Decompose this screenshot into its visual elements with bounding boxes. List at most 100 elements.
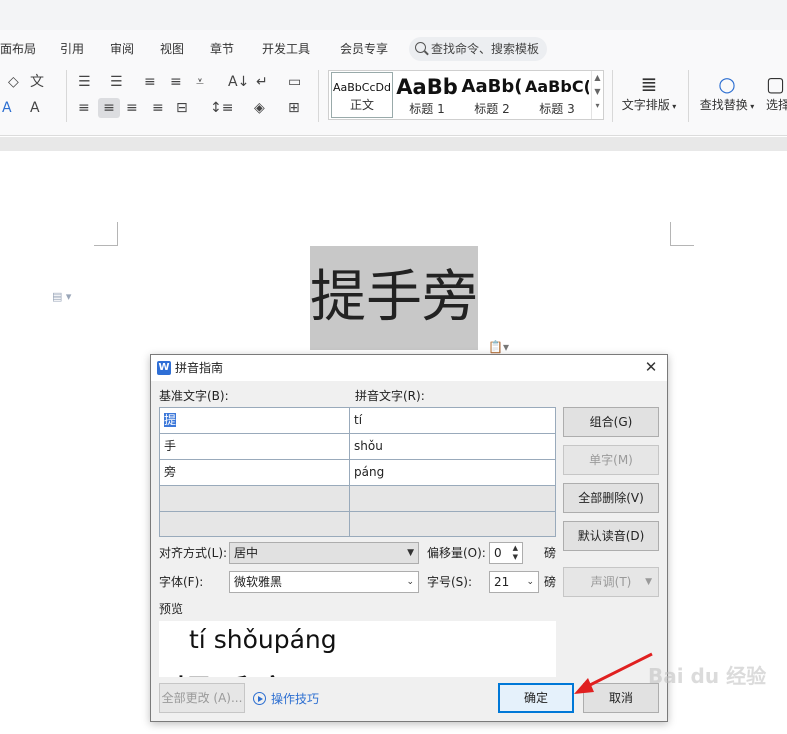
offset-unit: 磅 xyxy=(544,546,557,560)
separator xyxy=(318,70,319,122)
tab-stop-icon[interactable]: ▭ xyxy=(288,74,301,90)
style-preview: AaBb xyxy=(396,75,458,99)
tone-button-label: 声调(T) xyxy=(590,575,632,589)
phonetic-guide-dialog: W 拼音指南 ✕ 基准文字(B): 拼音文字(R): 提 tí 手 shǒu 旁… xyxy=(150,354,668,722)
increase-indent-icon[interactable]: ≡ xyxy=(170,74,182,90)
gallery-expand-icon[interactable]: ▾ xyxy=(595,101,599,110)
ruby-cell[interactable]: tí xyxy=(350,408,555,433)
preview-label: 预览 xyxy=(159,602,184,616)
size-value: 21 xyxy=(494,575,510,589)
find-replace-button[interactable]: ○ 查找替换 ▾ xyxy=(696,72,758,113)
styles-gallery: AaBbCcDd 正文 AaBb 标题 1 AaBb( 标题 2 AaBbC( … xyxy=(328,70,604,120)
select-button[interactable]: ▢ 选择 xyxy=(766,72,787,113)
watermark: Bai du 经验 xyxy=(648,664,767,688)
numbered-list-icon[interactable]: ☰ xyxy=(110,74,123,90)
ruby-cell[interactable]: shǒu xyxy=(350,434,555,459)
offset-label: 偏移量(O): xyxy=(427,546,486,560)
scroll-up-icon[interactable]: ▲ xyxy=(594,73,600,82)
style-heading-3[interactable]: AaBbC( 标题 3 xyxy=(525,71,589,119)
group-button[interactable]: 组合(G) xyxy=(563,407,659,437)
style-name: 正文 xyxy=(349,98,374,112)
size-unit: 磅 xyxy=(544,575,557,589)
search-icon xyxy=(415,42,426,53)
ruby-cell[interactable]: páng xyxy=(350,460,555,485)
document-layout-icon[interactable]: ▤ ▾ xyxy=(52,290,74,304)
char-border-icon[interactable]: A xyxy=(30,100,40,116)
tab-review[interactable]: 审阅 xyxy=(110,38,134,60)
mono-button[interactable]: 单字(M) xyxy=(563,445,659,475)
text-layout-icon: ≣ xyxy=(640,72,658,96)
sort-icon[interactable]: A↓ xyxy=(228,74,249,90)
table-row: 提 tí xyxy=(160,408,555,434)
align-center-icon[interactable]: ≡ xyxy=(98,98,120,118)
title-bar xyxy=(0,0,787,30)
paste-options-icon[interactable]: 📋▾ xyxy=(488,340,509,354)
borders-icon[interactable]: ⊞ xyxy=(288,100,300,116)
default-reading-button[interactable]: 默认读音(D) xyxy=(563,521,659,551)
text-layout-button[interactable]: ≣ 文字排版 ▾ xyxy=(618,72,680,113)
apply-all-button[interactable]: 全部更改 (A)... xyxy=(159,683,245,713)
style-normal[interactable]: AaBbCcDd 正文 xyxy=(331,72,393,118)
ribbon: 面布局 引用 审阅 视图 章节 开发工具 会员专享 查找命令、搜索模板 ◇ 文 … xyxy=(0,30,787,136)
tab-view[interactable]: 视图 xyxy=(160,38,184,60)
style-name: 标题 2 xyxy=(474,102,510,116)
style-heading-1[interactable]: AaBb 标题 1 xyxy=(395,71,459,119)
phonetic-guide-icon[interactable]: 文 xyxy=(30,74,44,90)
scroll-down-icon[interactable]: ▼ xyxy=(594,87,600,96)
font-select[interactable]: 微软雅黑 ⌄ xyxy=(229,571,419,593)
page-corner-mark xyxy=(94,222,118,246)
ok-button[interactable]: 确定 xyxy=(498,683,574,713)
dialog-title-bar: W 拼音指南 ✕ xyxy=(151,355,667,381)
ruler-strip xyxy=(0,137,787,151)
line-spacing-icon[interactable]: ↕≡ xyxy=(210,100,233,116)
base-cell[interactable]: 提 xyxy=(160,408,350,433)
alignment-value: 居中 xyxy=(234,546,259,560)
table-row xyxy=(160,512,555,536)
style-preview: AaBb( xyxy=(461,76,523,97)
close-icon[interactable]: ✕ xyxy=(643,359,659,375)
gallery-scroll[interactable]: ▲ ▼ ▾ xyxy=(591,71,603,119)
tab-page-layout[interactable]: 面布局 xyxy=(0,38,36,60)
justify-icon[interactable]: ≡ xyxy=(152,100,164,116)
tips-link[interactable]: 操作技巧 xyxy=(253,691,319,707)
bullet-list-icon[interactable]: ☰ xyxy=(78,74,91,90)
base-cell[interactable]: 旁 xyxy=(160,460,350,485)
style-heading-2[interactable]: AaBb( 标题 2 xyxy=(461,71,523,119)
align-left-icon[interactable]: ≡ xyxy=(78,100,90,116)
alignment-select[interactable]: 居中 ▼ xyxy=(229,542,419,564)
base-cell xyxy=(160,486,350,511)
tips-label: 操作技巧 xyxy=(271,692,320,706)
play-icon xyxy=(253,692,266,705)
style-name: 标题 3 xyxy=(539,102,575,116)
wps-logo-icon: W xyxy=(157,361,171,375)
font-color-icon[interactable]: A xyxy=(2,100,12,116)
align-right-icon[interactable]: ≡ xyxy=(126,100,138,116)
preview-box: tí shǒupáng 提手旁 xyxy=(159,621,556,677)
size-select[interactable]: 21 ⌄ xyxy=(489,571,539,593)
table-row: 旁 páng xyxy=(160,460,555,486)
offset-stepper[interactable]: 0 ▲ ▼ xyxy=(489,542,523,564)
base-text: 提 xyxy=(164,413,177,427)
decrease-indent-icon[interactable]: ≡ xyxy=(144,74,156,90)
ruby-text-label: 拼音文字(R): xyxy=(355,389,425,403)
tab-member[interactable]: 会员专享 xyxy=(340,38,388,60)
tab-references[interactable]: 引用 xyxy=(60,38,84,60)
clear-all-button[interactable]: 全部删除(V) xyxy=(563,483,659,513)
font-label: 字体(F): xyxy=(159,575,204,589)
distributed-icon[interactable]: ⊟ xyxy=(176,100,188,116)
selected-document-text[interactable]: 提手旁 xyxy=(310,246,478,350)
table-row xyxy=(160,486,555,512)
preview-base-text: 提手旁 xyxy=(173,663,293,677)
command-search[interactable]: 查找命令、搜索模板 xyxy=(409,37,547,61)
show-marks-icon[interactable]: ↵ xyxy=(256,74,268,90)
base-cell[interactable]: 手 xyxy=(160,434,350,459)
select-icon: ▢ xyxy=(766,72,785,96)
stepper-arrows-icon[interactable]: ▲ ▼ xyxy=(513,544,518,562)
chinese-layout-icon[interactable]: ⩡ xyxy=(196,74,204,90)
offset-value: 0 xyxy=(494,546,502,560)
tab-chapter[interactable]: 章节 xyxy=(210,38,234,60)
tab-developer[interactable]: 开发工具 xyxy=(262,38,310,60)
tone-button[interactable]: 声调(T) ▼ xyxy=(563,567,659,597)
eraser-icon[interactable]: ◇ xyxy=(8,74,19,90)
shading-icon[interactable]: ◈ xyxy=(254,100,265,116)
